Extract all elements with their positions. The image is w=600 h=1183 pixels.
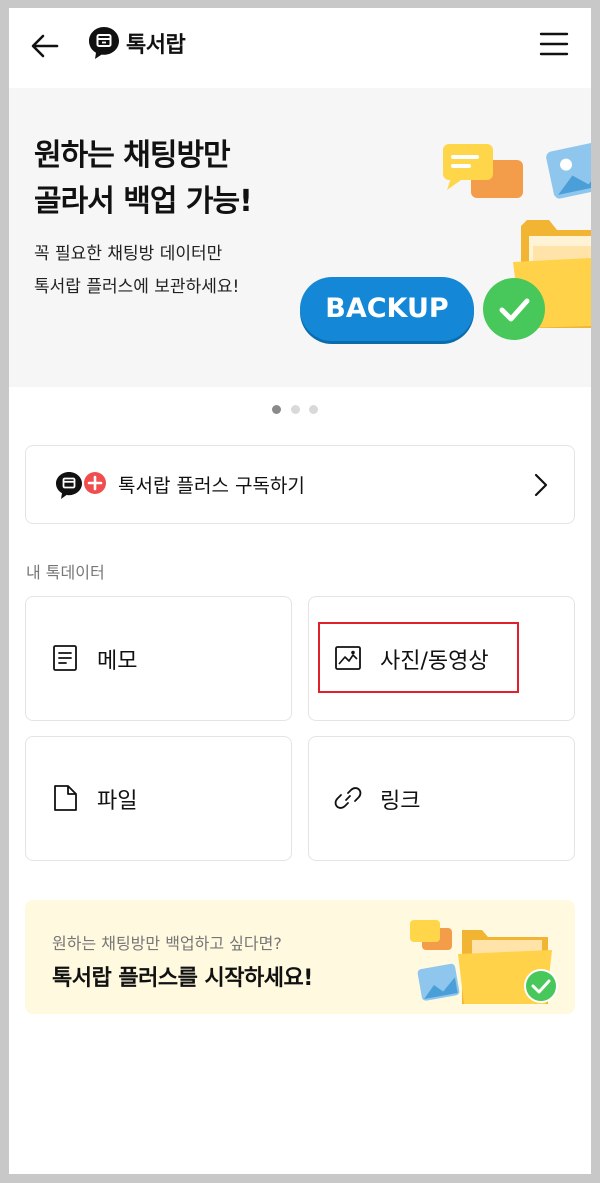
file-icon — [54, 785, 77, 811]
memo-icon — [53, 645, 77, 671]
carousel-pagination — [272, 405, 322, 415]
app-screen: 톡서랍 원하는 채팅방만 골라서 백업 가능! 꼭 필요한 채팅방 데이터만 톡… — [9, 8, 591, 1174]
selection-highlight — [318, 622, 519, 693]
banner-subtitle: 꼭 필요한 채팅방 데이터만 톡서랍 플러스에 보관하세요! — [34, 244, 240, 297]
file-card[interactable]: 파일 — [25, 736, 292, 861]
talk-drawer-logo-icon — [89, 27, 119, 59]
hamburger-menu-icon[interactable] — [539, 30, 569, 58]
promo-subtitle: 원하는 채팅방만 백업하고 싶다면? — [52, 934, 282, 953]
subscribe-label: 톡서랍 플러스 구독하기 — [118, 475, 305, 497]
promo-banner-carousel[interactable]: 원하는 채팅방만 골라서 백업 가능! 꼭 필요한 채팅방 데이터만 톡서랍 플… — [9, 88, 591, 387]
chevron-right-icon — [534, 473, 548, 497]
folder-illustration-icon — [410, 920, 558, 1004]
memo-card[interactable]: 메모 — [25, 596, 292, 721]
back-arrow-icon[interactable] — [27, 28, 63, 64]
promo-title: 톡서랍 플러스를 시작하세요! — [52, 966, 313, 991]
carousel-dot-active[interactable] — [272, 405, 281, 414]
checkmark-icon — [499, 298, 530, 322]
memo-label: 메모 — [97, 649, 138, 674]
top-bar: 톡서랍 — [9, 8, 591, 88]
file-label: 파일 — [97, 789, 138, 814]
page-title: 톡서랍 — [126, 33, 186, 58]
backup-badge: BACKUP — [300, 277, 474, 341]
check-badge — [483, 278, 545, 340]
link-card[interactable]: 링크 — [308, 736, 575, 861]
carousel-dot[interactable] — [291, 405, 300, 414]
plus-promo-banner[interactable]: 원하는 채팅방만 백업하고 싶다면? 톡서랍 플러스를 시작하세요! — [25, 900, 575, 1014]
link-label: 링크 — [380, 789, 421, 814]
talk-drawer-plus-icon — [56, 472, 106, 499]
carousel-dot[interactable] — [309, 405, 318, 414]
link-icon — [334, 787, 362, 809]
section-label: 내 톡데이터 — [26, 563, 105, 582]
banner-title: 원하는 채팅방만 골라서 백업 가능! — [34, 138, 253, 219]
subscribe-plus-button[interactable]: 톡서랍 플러스 구독하기 — [25, 445, 575, 524]
